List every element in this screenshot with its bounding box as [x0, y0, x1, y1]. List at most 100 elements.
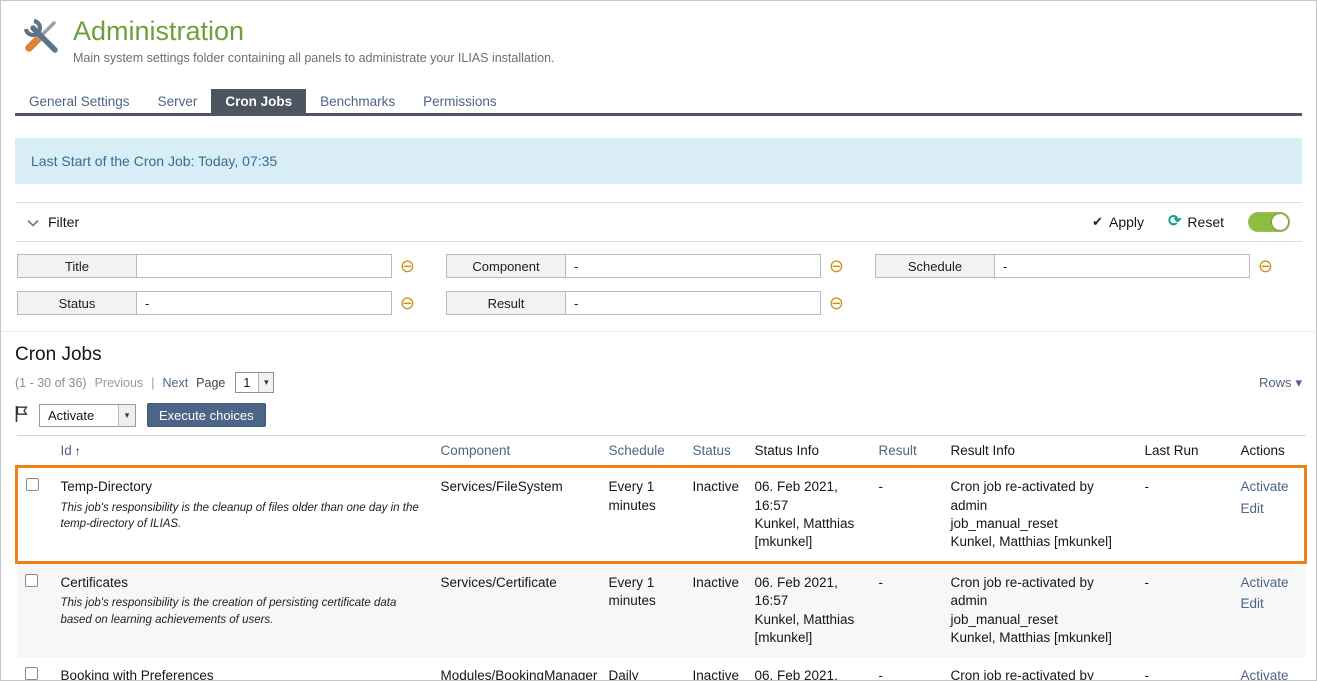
previous-link[interactable]: Previous	[95, 376, 144, 390]
filter-field-component: Component - ⊖	[446, 254, 844, 278]
cron-jobs-table: Id↑ Component Schedule Status Status Inf…	[15, 435, 1307, 681]
activate-link[interactable]: Activate	[1241, 478, 1297, 496]
filter-controls: ✔ Apply ⟳ Reset	[1092, 212, 1290, 232]
title-filter-input[interactable]	[136, 254, 392, 278]
job-title: Temp-Directory	[61, 478, 425, 496]
job-schedule: Every 1 minutes	[601, 563, 685, 657]
page-select-value: 1	[236, 373, 258, 392]
caret-down-icon: ▾	[118, 405, 135, 426]
page-label: Page	[196, 376, 225, 390]
component-field-label: Component	[446, 254, 566, 278]
job-status-info: 06. Feb 2021, 16:57 Kunkel, Matthias [mk…	[747, 657, 871, 681]
activate-link[interactable]: Activate	[1241, 667, 1298, 681]
rows-menu-button[interactable]: Rows ▾	[1259, 375, 1302, 391]
chevron-down-icon	[27, 214, 39, 230]
row-checkbox[interactable]	[26, 478, 39, 491]
header-checkbox-column	[17, 436, 53, 467]
job-result-info: Cron job re-activated by admin	[943, 657, 1137, 681]
column-header-last-run: Last Run	[1137, 436, 1233, 467]
column-header-status[interactable]: Status	[685, 436, 747, 467]
edit-link[interactable]: Edit	[1241, 500, 1297, 518]
column-header-id[interactable]: Id↑	[53, 436, 433, 467]
job-result: -	[871, 563, 943, 657]
caret-down-icon: ▾	[1295, 375, 1302, 391]
row-checkbox[interactable]	[25, 574, 38, 587]
header-text: Administration Main system settings fold…	[73, 15, 555, 65]
status-filter-select[interactable]: -	[136, 291, 392, 315]
column-header-actions: Actions	[1233, 436, 1306, 467]
job-status-info: 06. Feb 2021, 16:57 Kunkel, Matthias [mk…	[747, 563, 871, 657]
column-header-result-info: Result Info	[943, 436, 1137, 467]
job-result-info: Cron job re-activated by admin job_manua…	[943, 467, 1137, 563]
administration-tools-icon	[21, 15, 61, 60]
tab-bar: General Settings Server Cron Jobs Benchm…	[15, 89, 1302, 116]
reset-icon: ⟳	[1168, 214, 1181, 230]
bulk-action-select[interactable]: Activate ▾	[39, 404, 136, 427]
job-status-info: 06. Feb 2021, 16:57 Kunkel, Matthias [mk…	[747, 467, 871, 563]
filter-apply-button[interactable]: ✔ Apply	[1092, 214, 1144, 230]
component-filter-select[interactable]: -	[565, 254, 821, 278]
result-field-label: Result	[446, 291, 566, 315]
job-component: Services/FileSystem	[433, 467, 601, 563]
table-header-row: Id↑ Component Schedule Status Status Inf…	[17, 436, 1306, 467]
check-icon: ✔	[1092, 214, 1103, 230]
toggle-knob	[1272, 214, 1288, 230]
pagination-range: (1 - 30 of 36)	[15, 376, 87, 390]
job-description: This job's responsibility is the creatio…	[61, 595, 425, 627]
filter-field-schedule: Schedule - ⊖	[875, 254, 1273, 278]
job-title: Booking with Preferences	[61, 667, 425, 681]
filter-collapse-toggle[interactable]: Filter	[27, 214, 79, 230]
tab-permissions[interactable]: Permissions	[409, 89, 511, 113]
column-header-status-info: Status Info	[747, 436, 871, 467]
job-status: Inactive	[685, 657, 747, 681]
job-result: -	[871, 657, 943, 681]
result-filter-select[interactable]: -	[565, 291, 821, 315]
edit-link[interactable]: Edit	[1241, 595, 1298, 613]
job-result: -	[871, 467, 943, 563]
job-status: Inactive	[685, 563, 747, 657]
tab-benchmarks[interactable]: Benchmarks	[306, 89, 409, 113]
activate-link[interactable]: Activate	[1241, 574, 1298, 592]
page-header: Administration Main system settings fold…	[1, 1, 1316, 65]
filter-fields: Title ⊖ Component - ⊖ Schedule - ⊖ Statu…	[1, 242, 1316, 332]
next-link[interactable]: Next	[162, 376, 188, 390]
column-header-schedule[interactable]: Schedule	[601, 436, 685, 467]
column-header-result[interactable]: Result	[871, 436, 943, 467]
pagination-separator: |	[151, 376, 154, 390]
filter-field-status: Status - ⊖	[17, 291, 415, 315]
filter-reset-button[interactable]: ⟳ Reset	[1168, 214, 1224, 230]
execute-choices-button[interactable]: Execute choices	[147, 403, 266, 427]
job-title: Certificates	[61, 574, 425, 592]
remove-title-filter-icon[interactable]: ⊖	[400, 257, 415, 275]
status-field-label: Status	[17, 291, 137, 315]
remove-schedule-filter-icon[interactable]: ⊖	[1258, 257, 1273, 275]
remove-result-filter-icon[interactable]: ⊖	[829, 294, 844, 312]
table-row-temp-directory: Temp-Directory This job's responsibility…	[17, 467, 1306, 563]
tab-cron-jobs[interactable]: Cron Jobs	[211, 89, 306, 113]
table-row-booking-with-preferences: Booking with Preferences Modules/Booking…	[17, 657, 1306, 681]
job-description: This job's responsibility is the cleanup…	[61, 500, 425, 532]
table-row-certificates: Certificates This job's responsibility i…	[17, 563, 1306, 657]
column-header-component[interactable]: Component	[433, 436, 601, 467]
row-checkbox[interactable]	[25, 667, 38, 680]
schedule-filter-select[interactable]: -	[994, 254, 1250, 278]
title-field-label: Title	[17, 254, 137, 278]
tab-server[interactable]: Server	[144, 89, 212, 113]
job-result-info: Cron job re-activated by admin job_manua…	[943, 563, 1137, 657]
sort-ascending-icon: ↑	[75, 444, 81, 458]
remove-component-filter-icon[interactable]: ⊖	[829, 257, 844, 275]
bulk-actions-row: Activate ▾ Execute choices	[15, 403, 1302, 427]
page-select[interactable]: 1 ▾	[235, 372, 274, 393]
filter-title: Filter	[48, 214, 79, 230]
filter-field-title: Title ⊖	[17, 254, 415, 278]
job-schedule: Every 1 minutes	[601, 467, 685, 563]
job-last-run: -	[1137, 563, 1233, 657]
filter-on-off-toggle[interactable]	[1248, 212, 1290, 232]
list-title: Cron Jobs	[15, 344, 1302, 366]
remove-status-filter-icon[interactable]: ⊖	[400, 294, 415, 312]
tab-general-settings[interactable]: General Settings	[15, 89, 144, 113]
apply-label: Apply	[1109, 214, 1144, 230]
bulk-action-value: Activate	[40, 405, 94, 426]
reset-label: Reset	[1187, 214, 1224, 230]
administration-page: Administration Main system settings fold…	[0, 0, 1317, 681]
